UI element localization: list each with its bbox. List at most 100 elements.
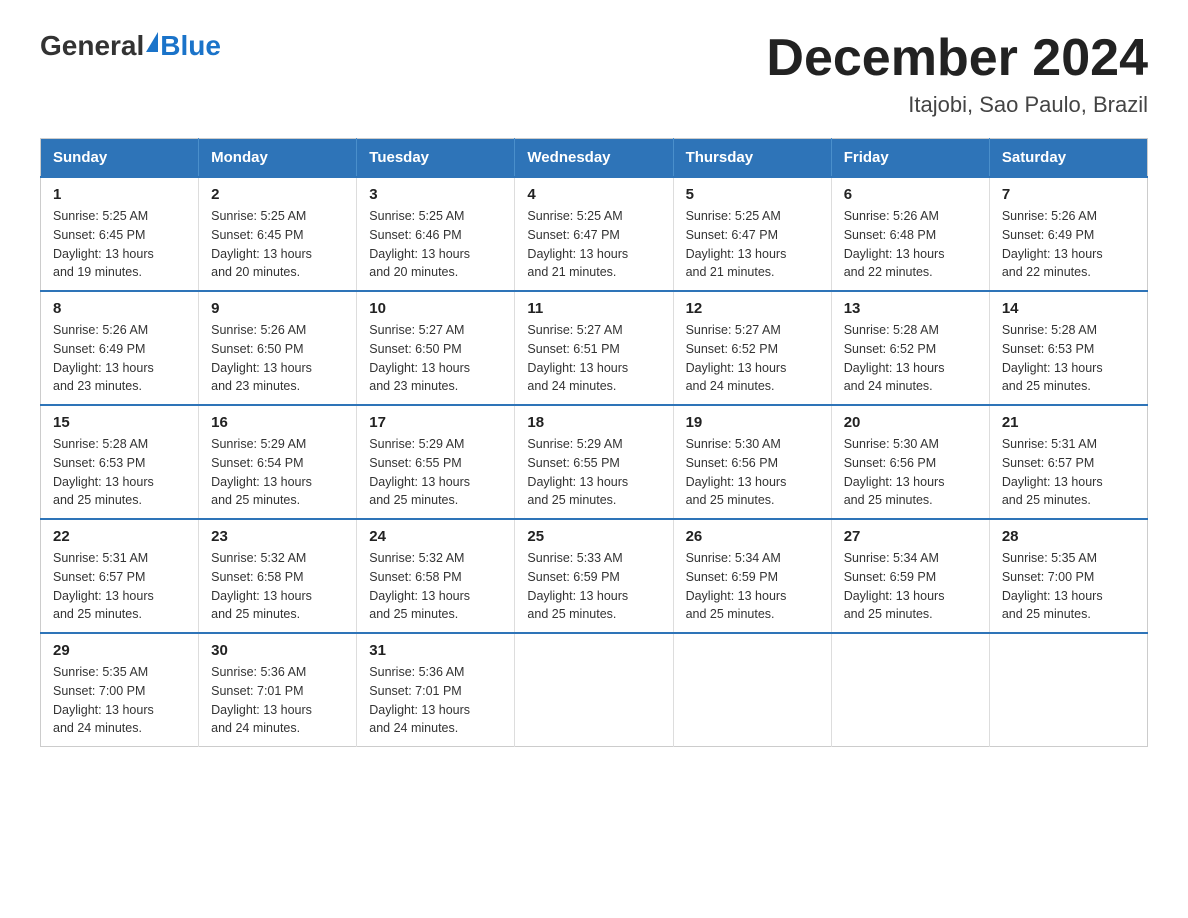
day-info: Sunrise: 5:25 AM Sunset: 6:45 PM Dayligh… — [53, 207, 186, 282]
day-info: Sunrise: 5:31 AM Sunset: 6:57 PM Dayligh… — [1002, 435, 1135, 510]
day-number: 24 — [369, 528, 502, 545]
day-number: 29 — [53, 642, 186, 659]
header-saturday: Saturday — [989, 139, 1147, 178]
day-info: Sunrise: 5:29 AM Sunset: 6:54 PM Dayligh… — [211, 435, 344, 510]
calendar-day-cell: 1 Sunrise: 5:25 AM Sunset: 6:45 PM Dayli… — [41, 177, 199, 291]
day-number: 5 — [686, 186, 819, 203]
day-info: Sunrise: 5:31 AM Sunset: 6:57 PM Dayligh… — [53, 549, 186, 624]
day-info: Sunrise: 5:32 AM Sunset: 6:58 PM Dayligh… — [211, 549, 344, 624]
day-info: Sunrise: 5:30 AM Sunset: 6:56 PM Dayligh… — [844, 435, 977, 510]
day-info: Sunrise: 5:25 AM Sunset: 6:46 PM Dayligh… — [369, 207, 502, 282]
logo: General Blue — [40, 30, 221, 62]
calendar-day-cell: 8 Sunrise: 5:26 AM Sunset: 6:49 PM Dayli… — [41, 291, 199, 405]
day-info: Sunrise: 5:29 AM Sunset: 6:55 PM Dayligh… — [369, 435, 502, 510]
day-number: 10 — [369, 300, 502, 317]
calendar-day-cell: 17 Sunrise: 5:29 AM Sunset: 6:55 PM Dayl… — [357, 405, 515, 519]
logo-blue-text: Blue — [160, 30, 221, 62]
day-info: Sunrise: 5:36 AM Sunset: 7:01 PM Dayligh… — [369, 663, 502, 738]
day-number: 8 — [53, 300, 186, 317]
calendar-day-cell: 3 Sunrise: 5:25 AM Sunset: 6:46 PM Dayli… — [357, 177, 515, 291]
day-info: Sunrise: 5:32 AM Sunset: 6:58 PM Dayligh… — [369, 549, 502, 624]
location-subtitle: Itajobi, Sao Paulo, Brazil — [766, 92, 1148, 118]
day-info: Sunrise: 5:34 AM Sunset: 6:59 PM Dayligh… — [686, 549, 819, 624]
calendar-day-cell: 29 Sunrise: 5:35 AM Sunset: 7:00 PM Dayl… — [41, 633, 199, 747]
day-number: 19 — [686, 414, 819, 431]
day-info: Sunrise: 5:30 AM Sunset: 6:56 PM Dayligh… — [686, 435, 819, 510]
day-info: Sunrise: 5:29 AM Sunset: 6:55 PM Dayligh… — [527, 435, 660, 510]
day-number: 4 — [527, 186, 660, 203]
calendar-day-cell: 19 Sunrise: 5:30 AM Sunset: 6:56 PM Dayl… — [673, 405, 831, 519]
calendar-day-cell: 4 Sunrise: 5:25 AM Sunset: 6:47 PM Dayli… — [515, 177, 673, 291]
day-info: Sunrise: 5:25 AM Sunset: 6:45 PM Dayligh… — [211, 207, 344, 282]
day-info: Sunrise: 5:26 AM Sunset: 6:49 PM Dayligh… — [53, 321, 186, 396]
calendar-day-cell — [515, 633, 673, 747]
calendar-day-cell: 24 Sunrise: 5:32 AM Sunset: 6:58 PM Dayl… — [357, 519, 515, 633]
title-area: December 2024 Itajobi, Sao Paulo, Brazil — [766, 30, 1148, 118]
day-number: 12 — [686, 300, 819, 317]
day-info: Sunrise: 5:28 AM Sunset: 6:52 PM Dayligh… — [844, 321, 977, 396]
day-info: Sunrise: 5:25 AM Sunset: 6:47 PM Dayligh… — [686, 207, 819, 282]
calendar-day-cell: 9 Sunrise: 5:26 AM Sunset: 6:50 PM Dayli… — [199, 291, 357, 405]
calendar-title: December 2024 — [766, 30, 1148, 87]
calendar-day-cell: 18 Sunrise: 5:29 AM Sunset: 6:55 PM Dayl… — [515, 405, 673, 519]
calendar-day-cell: 11 Sunrise: 5:27 AM Sunset: 6:51 PM Dayl… — [515, 291, 673, 405]
calendar-day-cell: 23 Sunrise: 5:32 AM Sunset: 6:58 PM Dayl… — [199, 519, 357, 633]
calendar-week-row: 15 Sunrise: 5:28 AM Sunset: 6:53 PM Dayl… — [41, 405, 1148, 519]
calendar-day-cell: 16 Sunrise: 5:29 AM Sunset: 6:54 PM Dayl… — [199, 405, 357, 519]
day-number: 11 — [527, 300, 660, 317]
day-number: 17 — [369, 414, 502, 431]
day-number: 13 — [844, 300, 977, 317]
calendar-header-row: Sunday Monday Tuesday Wednesday Thursday… — [41, 139, 1148, 178]
day-number: 28 — [1002, 528, 1135, 545]
calendar-day-cell — [673, 633, 831, 747]
day-info: Sunrise: 5:27 AM Sunset: 6:50 PM Dayligh… — [369, 321, 502, 396]
day-info: Sunrise: 5:34 AM Sunset: 6:59 PM Dayligh… — [844, 549, 977, 624]
day-number: 25 — [527, 528, 660, 545]
day-info: Sunrise: 5:28 AM Sunset: 6:53 PM Dayligh… — [1002, 321, 1135, 396]
day-number: 23 — [211, 528, 344, 545]
day-number: 30 — [211, 642, 344, 659]
day-info: Sunrise: 5:26 AM Sunset: 6:50 PM Dayligh… — [211, 321, 344, 396]
header-friday: Friday — [831, 139, 989, 178]
day-number: 2 — [211, 186, 344, 203]
day-number: 21 — [1002, 414, 1135, 431]
day-info: Sunrise: 5:26 AM Sunset: 6:48 PM Dayligh… — [844, 207, 977, 282]
calendar-day-cell: 12 Sunrise: 5:27 AM Sunset: 6:52 PM Dayl… — [673, 291, 831, 405]
day-number: 14 — [1002, 300, 1135, 317]
logo-area: General Blue — [40, 30, 221, 62]
day-number: 27 — [844, 528, 977, 545]
day-info: Sunrise: 5:35 AM Sunset: 7:00 PM Dayligh… — [1002, 549, 1135, 624]
calendar-day-cell: 27 Sunrise: 5:34 AM Sunset: 6:59 PM Dayl… — [831, 519, 989, 633]
calendar-day-cell: 5 Sunrise: 5:25 AM Sunset: 6:47 PM Dayli… — [673, 177, 831, 291]
calendar-day-cell: 15 Sunrise: 5:28 AM Sunset: 6:53 PM Dayl… — [41, 405, 199, 519]
calendar-day-cell: 22 Sunrise: 5:31 AM Sunset: 6:57 PM Dayl… — [41, 519, 199, 633]
header: General Blue December 2024 Itajobi, Sao … — [40, 30, 1148, 118]
calendar-week-row: 1 Sunrise: 5:25 AM Sunset: 6:45 PM Dayli… — [41, 177, 1148, 291]
header-wednesday: Wednesday — [515, 139, 673, 178]
calendar-day-cell: 28 Sunrise: 5:35 AM Sunset: 7:00 PM Dayl… — [989, 519, 1147, 633]
calendar-day-cell — [831, 633, 989, 747]
logo-general-text: General — [40, 30, 144, 62]
calendar-week-row: 8 Sunrise: 5:26 AM Sunset: 6:49 PM Dayli… — [41, 291, 1148, 405]
logo-triangle-icon — [146, 32, 158, 52]
day-number: 15 — [53, 414, 186, 431]
day-number: 20 — [844, 414, 977, 431]
day-number: 9 — [211, 300, 344, 317]
day-number: 1 — [53, 186, 186, 203]
calendar-day-cell: 7 Sunrise: 5:26 AM Sunset: 6:49 PM Dayli… — [989, 177, 1147, 291]
header-tuesday: Tuesday — [357, 139, 515, 178]
day-number: 3 — [369, 186, 502, 203]
day-number: 18 — [527, 414, 660, 431]
calendar-day-cell: 21 Sunrise: 5:31 AM Sunset: 6:57 PM Dayl… — [989, 405, 1147, 519]
header-sunday: Sunday — [41, 139, 199, 178]
day-info: Sunrise: 5:25 AM Sunset: 6:47 PM Dayligh… — [527, 207, 660, 282]
calendar-day-cell: 13 Sunrise: 5:28 AM Sunset: 6:52 PM Dayl… — [831, 291, 989, 405]
calendar-day-cell: 25 Sunrise: 5:33 AM Sunset: 6:59 PM Dayl… — [515, 519, 673, 633]
calendar-day-cell: 2 Sunrise: 5:25 AM Sunset: 6:45 PM Dayli… — [199, 177, 357, 291]
calendar-day-cell: 30 Sunrise: 5:36 AM Sunset: 7:01 PM Dayl… — [199, 633, 357, 747]
calendar-day-cell: 10 Sunrise: 5:27 AM Sunset: 6:50 PM Dayl… — [357, 291, 515, 405]
day-info: Sunrise: 5:26 AM Sunset: 6:49 PM Dayligh… — [1002, 207, 1135, 282]
day-info: Sunrise: 5:35 AM Sunset: 7:00 PM Dayligh… — [53, 663, 186, 738]
calendar-day-cell — [989, 633, 1147, 747]
day-number: 16 — [211, 414, 344, 431]
